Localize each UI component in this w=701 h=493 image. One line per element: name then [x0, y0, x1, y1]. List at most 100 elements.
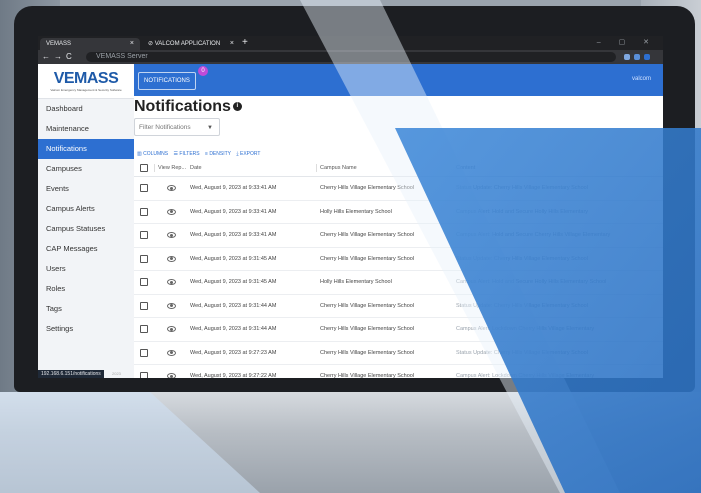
extension-icon[interactable]: [624, 54, 630, 60]
density-label: DENSITY: [209, 151, 231, 157]
table-row[interactable]: Wed, August 9, 2023 at 9:27:22 AM Cherry …: [134, 365, 663, 378]
row-campus: Cherry Hills Village Elementary School: [320, 326, 415, 333]
sidebar-item-campus-alerts[interactable]: Campus Alerts: [38, 199, 134, 219]
laptop-screen: VEMASS × ⊘ VALCOM APPLICATION SERVER × +…: [38, 36, 663, 378]
header-date[interactable]: Date: [190, 160, 318, 176]
table-row[interactable]: Wed, August 9, 2023 at 9:33:41 AM Cherry …: [134, 224, 663, 248]
sidebar-item-settings[interactable]: Settings: [38, 319, 134, 339]
table-row[interactable]: Wed, August 9, 2023 at 9:31:44 AM Cherry …: [134, 295, 663, 318]
columns-button[interactable]: ▥ COLUMNS: [137, 150, 168, 158]
row-checkbox[interactable]: [140, 271, 148, 294]
close-icon[interactable]: ×: [230, 38, 234, 50]
filters-button[interactable]: ☰ FILTERS: [174, 150, 200, 158]
eye-icon[interactable]: [160, 342, 182, 365]
notifications-button[interactable]: NOTIFICATIONS: [138, 72, 196, 90]
table-row[interactable]: Wed, August 9, 2023 at 9:31:44 AM Cherry …: [134, 318, 663, 342]
header-campus-name[interactable]: Campus Name: [320, 160, 440, 176]
row-checkbox[interactable]: [140, 248, 148, 271]
user-menu[interactable]: valcom: [632, 76, 651, 82]
sidebar-item-users[interactable]: Users: [38, 259, 134, 279]
row-campus: Cherry Hills Village Elementary School: [320, 373, 415, 378]
row-content: Campus Alert: Lockdown Cherry Hills Vill…: [456, 373, 595, 378]
eye-icon[interactable]: [160, 365, 182, 378]
header-view-report[interactable]: View Rep...: [158, 160, 192, 176]
eye-icon[interactable]: [160, 271, 182, 294]
sidebar-item-campuses[interactable]: Campuses: [38, 159, 134, 179]
logo-tagline: Valcom Emergency Management & Security S…: [50, 87, 122, 92]
new-tab-button[interactable]: +: [242, 37, 248, 49]
eye-icon[interactable]: [160, 318, 182, 341]
row-date: Wed, August 9, 2023 at 9:33:41 AM: [190, 232, 277, 239]
row-content: Status Update: Cherry Hills Village Elem…: [456, 349, 588, 356]
export-button[interactable]: ⤓ EXPORT: [236, 150, 260, 158]
browser-tab-valcom[interactable]: ⊘ VALCOM APPLICATION SERVER ×: [142, 38, 240, 59]
eye-icon[interactable]: [160, 224, 182, 247]
row-date: Wed, August 9, 2023 at 9:27:22 AM: [190, 373, 277, 378]
sidebar-item-maintenance[interactable]: Maintenance: [38, 119, 134, 139]
row-content: Campus Alert: Lockdown Cherry Hills Vill…: [456, 326, 595, 333]
eye-icon[interactable]: [160, 177, 182, 200]
columns-label: COLUMNS: [143, 151, 169, 157]
row-checkbox[interactable]: [140, 201, 148, 224]
main-content: Notifications i Filter Notifications ▼ ▥ …: [134, 96, 663, 378]
eye-icon[interactable]: [160, 201, 182, 224]
row-checkbox[interactable]: [140, 318, 148, 341]
row-content: Status Update: Cherry Hills Village Elem…: [456, 255, 588, 262]
sidebar-item-campus-statuses[interactable]: Campus Statuses: [38, 219, 134, 239]
eye-icon[interactable]: [160, 248, 182, 271]
row-date: Wed, August 9, 2023 at 9:31:44 AM: [190, 326, 277, 333]
row-date: Wed, August 9, 2023 at 9:33:41 AM: [190, 185, 277, 192]
row-date: Wed, August 9, 2023 at 9:31:45 AM: [190, 279, 277, 286]
table-row[interactable]: Wed, August 9, 2023 at 9:31:45 AM Holly H…: [134, 271, 663, 295]
table-row[interactable]: Wed, August 9, 2023 at 9:31:45 AM Cherry …: [134, 248, 663, 271]
eye-icon[interactable]: [160, 295, 182, 318]
row-checkbox[interactable]: [140, 295, 148, 318]
sidebar-item-dashboard[interactable]: Dashboard: [38, 99, 134, 119]
row-campus: Cherry Hills Village Elementary School: [320, 302, 415, 309]
page-title: Notifications i: [134, 98, 242, 116]
row-date: Wed, August 9, 2023 at 9:27:23 AM: [190, 349, 277, 356]
extension-icon[interactable]: [634, 54, 640, 60]
info-icon[interactable]: i: [232, 102, 242, 112]
sidebar-footer: 2023: [112, 371, 121, 376]
profile-icon[interactable]: [644, 54, 650, 60]
row-checkbox[interactable]: [140, 224, 148, 247]
row-campus: Cherry Hills Village Elementary School: [320, 255, 415, 262]
row-campus: Holly Hills Elementary School: [320, 208, 392, 215]
tab-label: VEMASS: [46, 41, 72, 47]
back-icon[interactable]: ←: [42, 51, 50, 63]
sidebar-item-roles[interactable]: Roles: [38, 279, 134, 299]
logo: VEMASS Valcom Emergency Management & Sec…: [38, 64, 134, 99]
address-bar[interactable]: VEMASS Server: [86, 52, 616, 62]
browser-tab-vemass[interactable]: VEMASS ×: [40, 38, 140, 50]
close-icon[interactable]: ×: [130, 38, 134, 50]
column-separator: [316, 164, 317, 172]
row-checkbox[interactable]: [140, 342, 148, 365]
table-header: View Rep... Date Campus Name Content: [134, 160, 663, 177]
export-label: EXPORT: [239, 151, 261, 157]
sidebar-item-cap-messages[interactable]: CAP Messages: [38, 239, 134, 259]
chevron-down-icon: ▼: [207, 125, 213, 131]
header-content[interactable]: Content: [456, 160, 656, 176]
row-campus: Holly Hills Elementary School: [320, 279, 392, 286]
filter-placeholder: Filter Notifications: [139, 124, 191, 131]
sidebar-item-events[interactable]: Events: [38, 179, 134, 199]
table-row[interactable]: Wed, August 9, 2023 at 9:33:41 AM Cherry …: [134, 177, 663, 201]
select-all-checkbox[interactable]: [140, 160, 148, 176]
notification-count-badge: 0: [198, 66, 208, 76]
row-checkbox[interactable]: [140, 365, 148, 378]
sidebar: VEMASS Valcom Emergency Management & Sec…: [38, 64, 135, 378]
forward-icon[interactable]: →: [54, 51, 62, 63]
row-checkbox[interactable]: [140, 177, 148, 200]
table-row[interactable]: Wed, August 9, 2023 at 9:33:41 AM Holly H…: [134, 201, 663, 224]
sidebar-item-tags[interactable]: Tags: [38, 299, 134, 319]
density-button[interactable]: ≡ DENSITY: [205, 150, 231, 158]
row-content: Status Update: Cherry Hills Village Elem…: [456, 185, 588, 192]
table-row[interactable]: Wed, August 9, 2023 at 9:27:23 AM Cherry …: [134, 342, 663, 365]
reload-icon[interactable]: C: [66, 51, 72, 63]
window-controls[interactable]: – ▢ ✕: [597, 38, 657, 46]
sidebar-item-notifications[interactable]: Notifications: [38, 139, 134, 159]
row-campus: Cherry Hills Village Elementary School: [320, 185, 415, 192]
filter-select[interactable]: Filter Notifications ▼: [134, 118, 220, 136]
browser-tabbar: VEMASS × ⊘ VALCOM APPLICATION SERVER × +…: [38, 36, 663, 59]
